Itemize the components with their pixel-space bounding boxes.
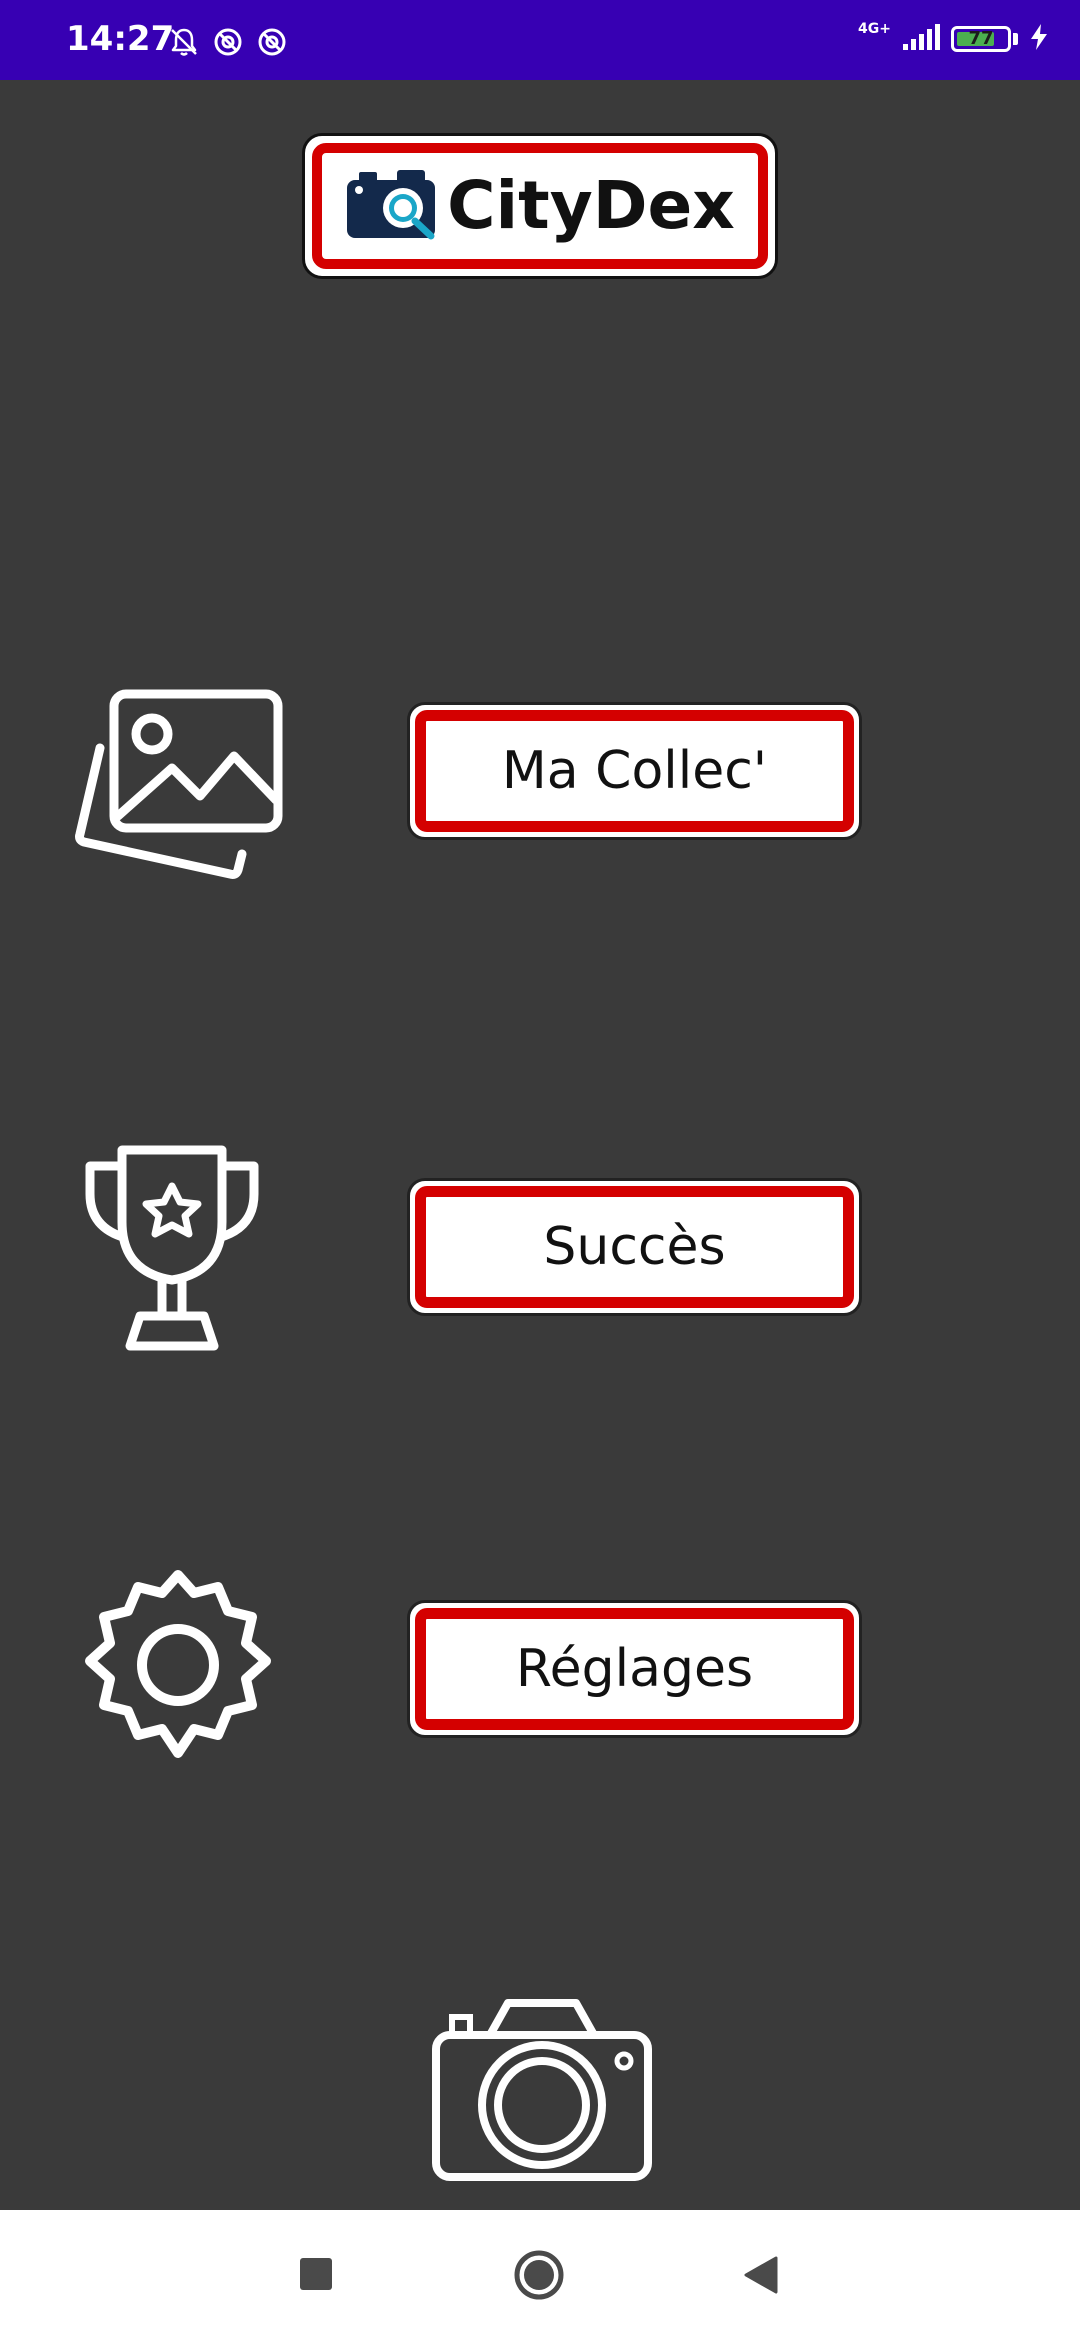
network-type: 4G+ [858, 21, 891, 37]
collection-button-label: Ma Collec' [415, 710, 854, 832]
do-not-disturb-icon [256, 26, 288, 62]
camera-button[interactable] [428, 1995, 653, 2185]
bell-off-icon [168, 26, 200, 62]
logo-text: CityDex [447, 167, 735, 244]
logo-border: CityDex [312, 143, 768, 269]
charging-icon [1028, 22, 1050, 56]
settings-button[interactable]: Réglages [407, 1600, 862, 1738]
battery-tip [1013, 33, 1018, 45]
gear-icon [80, 1565, 276, 1779]
signal-icon [901, 22, 941, 56]
status-bar: 14:27 4G+ 77 [0, 0, 1080, 80]
camera-magnifier-icon [345, 166, 441, 246]
collection-button[interactable]: Ma Collec' [407, 702, 862, 840]
achievements-button[interactable]: Succès [407, 1178, 862, 1316]
gallery-icon [70, 688, 290, 892]
trophy-icon [80, 1142, 270, 1356]
status-time: 14:27 [66, 19, 175, 59]
back-icon[interactable] [740, 2254, 780, 2296]
app-logo: CityDex [302, 133, 778, 279]
home-icon[interactable] [513, 2249, 565, 2301]
navigation-bar [0, 2210, 1080, 2340]
settings-button-label: Réglages [415, 1608, 854, 1730]
recent-apps-icon[interactable] [300, 2258, 332, 2290]
status-icons-left [168, 26, 288, 62]
status-icons-right: 4G+ 77 [858, 22, 1050, 56]
achievements-button-label: Succès [415, 1186, 854, 1308]
battery-level: 77 [968, 28, 994, 49]
do-not-disturb-icon [212, 26, 244, 62]
battery-icon: 77 [951, 26, 1011, 52]
